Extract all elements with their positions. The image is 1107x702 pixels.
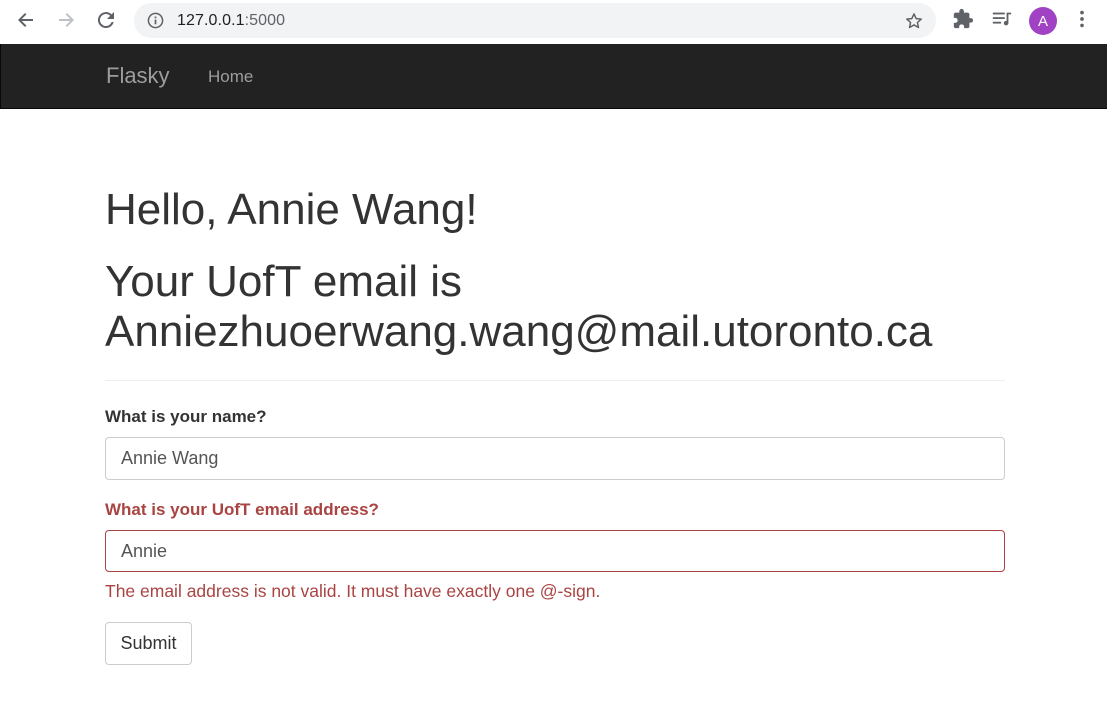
info-icon[interactable] bbox=[147, 12, 164, 34]
email-label: What is your UofT email address? bbox=[105, 500, 379, 519]
url-host: 127.0.0.1 bbox=[177, 12, 245, 29]
address-bar[interactable]: 127.0.0.1:5000 bbox=[134, 3, 936, 38]
media-queue-icon[interactable] bbox=[991, 8, 1013, 35]
name-input[interactable]: Annie Wang bbox=[105, 437, 1005, 480]
email-input[interactable]: Annie bbox=[105, 530, 1005, 572]
greeting-heading: Hello, Annie Wang! bbox=[105, 185, 478, 234]
name-label: What is your name? bbox=[105, 407, 267, 426]
url-port: :5000 bbox=[244, 12, 286, 29]
reload-icon bbox=[97, 12, 114, 29]
avatar-letter: A bbox=[1037, 12, 1048, 30]
email-heading: Your UofT email is Anniezhuoerwang.wang@… bbox=[105, 257, 933, 356]
kebab-menu-icon[interactable] bbox=[1072, 8, 1092, 35]
browser-toolbar: 127.0.0.1:5000 A bbox=[0, 0, 1107, 44]
reload-button[interactable] bbox=[92, 6, 120, 34]
star-icon[interactable] bbox=[904, 11, 924, 36]
url-text: 127.0.0.1:5000 bbox=[177, 12, 285, 30]
puzzle-icon[interactable] bbox=[952, 8, 974, 35]
submit-button[interactable]: Submit bbox=[105, 622, 192, 665]
avatar[interactable]: A bbox=[1029, 7, 1057, 35]
forward-button[interactable] bbox=[52, 6, 80, 34]
header-divider bbox=[105, 380, 1005, 381]
back-button[interactable] bbox=[12, 6, 40, 34]
forward-arrow-icon bbox=[59, 13, 74, 27]
back-arrow-icon bbox=[18, 13, 33, 27]
navbar: Flasky Home bbox=[0, 44, 1107, 109]
navbar-brand[interactable]: Flasky bbox=[106, 63, 170, 89]
nav-link-home[interactable]: Home bbox=[208, 67, 253, 87]
email-error-message: The email address is not valid. It must … bbox=[105, 581, 601, 601]
